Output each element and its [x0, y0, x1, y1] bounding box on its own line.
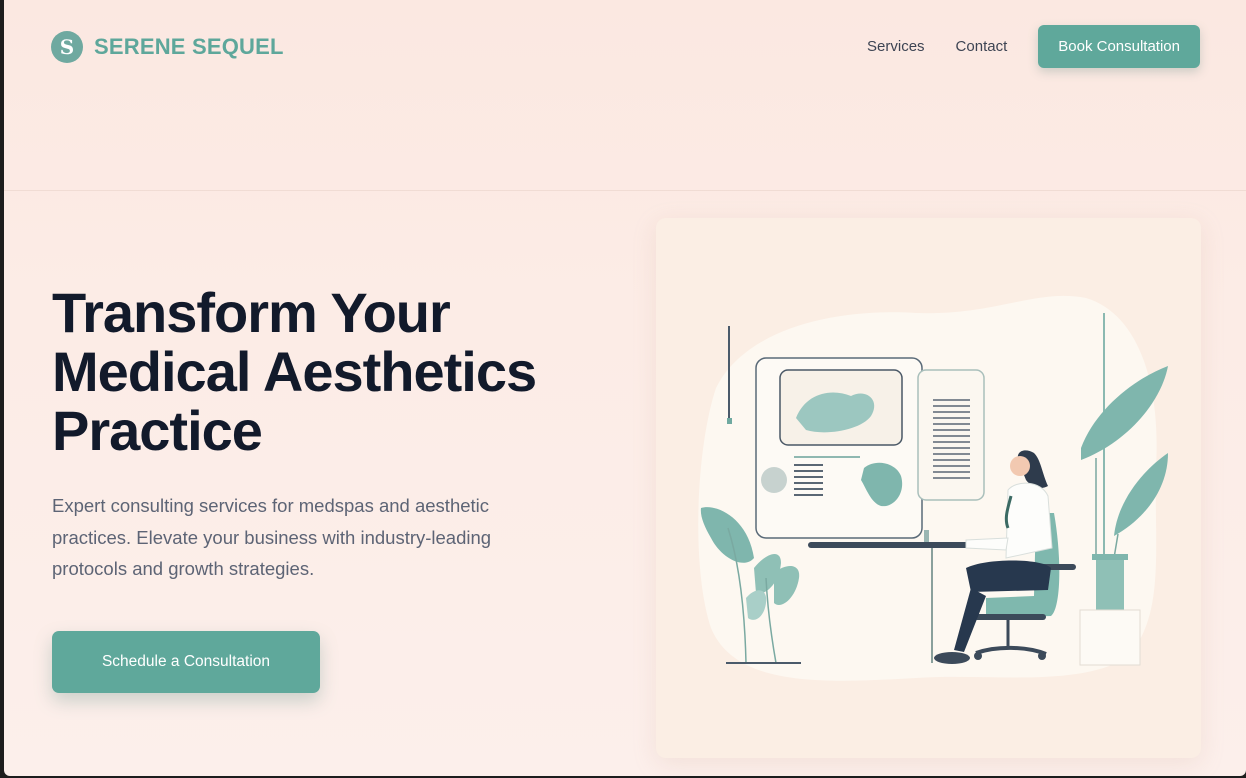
hero-subtitle: Expert consulting services for medspas a…: [52, 490, 552, 585]
nav-link-services[interactable]: Services: [867, 38, 925, 55]
hero-title-line: Medical Aesthetics: [52, 340, 537, 403]
main-nav: Services Contact Book Consultation: [867, 25, 1200, 68]
hero-title-line: Transform Your: [52, 281, 451, 344]
hero-subtitle-line: protocols and growth strategies.: [52, 558, 315, 579]
brand-name: SERENE SEQUEL: [94, 34, 284, 59]
hero-subtitle-line: practices. Elevate your business with in…: [52, 526, 492, 548]
hero-title: Transform Your Medical Aesthetics Practi…: [52, 283, 632, 460]
hero-subtitle-line: Expert consulting services for medspas a…: [52, 495, 490, 516]
doctor-at-desk-illustration: [698, 295, 1168, 681]
schedule-consultation-button[interactable]: Schedule a Consultation: [52, 631, 320, 693]
hero-illustration: [656, 218, 1201, 758]
book-consultation-button[interactable]: Book Consultation: [1038, 25, 1200, 68]
site-header: S SERENE SEQUEL Services Contact Book Co…: [4, 0, 1246, 94]
brand-logo[interactable]: S SERENE SEQUEL: [51, 31, 284, 63]
page: S SERENE SEQUEL Services Contact Book Co…: [4, 0, 1246, 776]
hero-title-line: Practice: [52, 399, 263, 462]
nav-link-contact[interactable]: Contact: [956, 38, 1008, 55]
header-divider: [4, 190, 1246, 191]
logo-icon: S: [51, 31, 83, 63]
